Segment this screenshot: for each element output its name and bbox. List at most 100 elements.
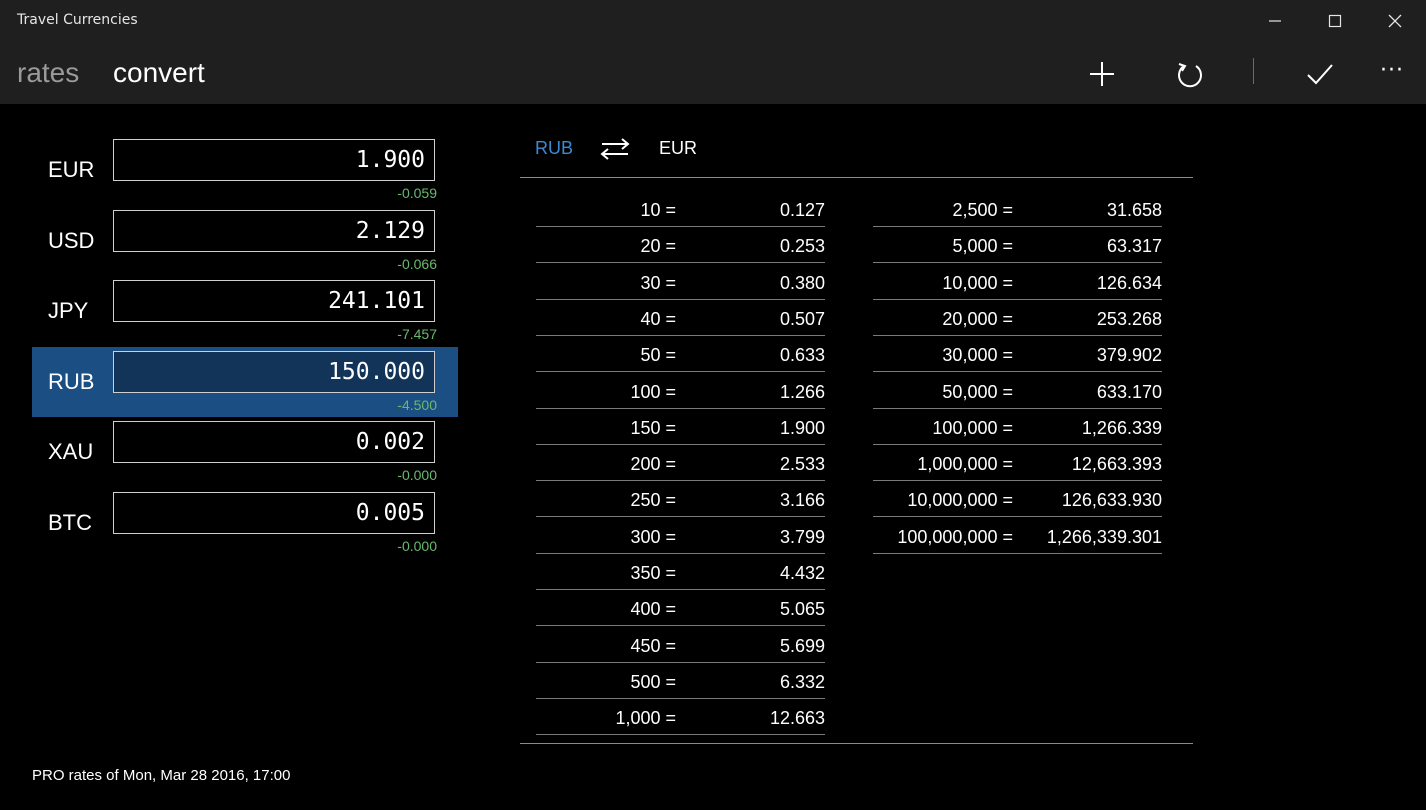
amount-input[interactable]: 241.101 [113, 280, 435, 322]
rates-timestamp: PRO rates of Mon, Mar 28 2016, 17:00 [32, 767, 291, 784]
conversion-row: 100 = 1.266 [536, 374, 825, 409]
accept-button[interactable] [1294, 52, 1342, 94]
conversion-result: 6.332 [779, 671, 825, 692]
conversion-result: 0.127 [779, 200, 825, 220]
conversion-amount: 350 = [630, 563, 676, 583]
conversion-row: 100,000,000 = 1,266,339.301 [873, 519, 1162, 554]
conversion-result: 12.663 [769, 708, 825, 729]
conversion-amount: 1,000 = [615, 708, 676, 729]
conversion-amount: 20 = [640, 236, 676, 257]
conversion-amount: 400 = [630, 599, 676, 620]
conversion-result: 126.634 [1096, 272, 1162, 293]
conversion-amount: 100 = [630, 381, 676, 402]
conversion-amount: 30,000 = [942, 345, 1013, 366]
minimize-icon [1269, 20, 1281, 22]
conversion-row: 20,000 = 253.268 [873, 301, 1162, 336]
rate-change: -7.457 [397, 326, 437, 342]
conversion-amount: 10,000,000 = [907, 490, 1013, 511]
conversion-row: 300 = 3.799 [536, 519, 825, 554]
conversion-row: 30 = 0.380 [536, 265, 825, 300]
conversion-result: 1.900 [779, 417, 825, 438]
conversion-row: 10,000 = 126.634 [873, 265, 1162, 300]
swap-button[interactable] [600, 137, 630, 165]
conversion-amount: 30 = [640, 272, 676, 293]
conversion-row: 1,000 = 12.663 [536, 700, 825, 736]
table-top-divider [520, 177, 1193, 178]
currency-code: JPY [48, 298, 89, 323]
conversion-result: 2.533 [779, 454, 825, 475]
conversion-result: 0.380 [779, 272, 825, 293]
conversion-row: 150 = 1.900 [536, 410, 825, 445]
conversion-row: 400 = 5.065 [536, 591, 825, 627]
currency-code: XAU [48, 439, 94, 464]
add-button[interactable] [1077, 52, 1125, 94]
conversion-row: 250 = 3.166 [536, 482, 825, 518]
close-icon [1388, 14, 1402, 28]
conversion-amount: 150 = [630, 417, 676, 438]
conversion-amount: 450 = [630, 635, 676, 656]
conversion-amount: 50 = [640, 345, 676, 366]
conversion-row: 2,500 = 31.658 [873, 192, 1162, 227]
rate-change: -4.500 [397, 397, 437, 413]
conversion-amount: 100,000 = [932, 417, 1013, 438]
conversion-result: 0.253 [779, 236, 825, 257]
conversion-result: 5.065 [779, 599, 825, 620]
rate-row-btc[interactable]: BTC 0.005 -0.000 [32, 492, 458, 574]
conversion-amount: 20,000 = [942, 308, 1013, 329]
conversion-row: 1,000,000 = 12,663.393 [873, 446, 1162, 482]
conversion-result: 1,266,339.301 [1046, 526, 1162, 547]
currency-code: EUR [48, 157, 95, 182]
conversion-row: 20 = 0.253 [536, 228, 825, 264]
maximize-icon [1328, 14, 1342, 28]
conversion-row: 50,000 = 633.170 [873, 374, 1162, 409]
close-button[interactable] [1365, 0, 1425, 42]
conversion-row: 30,000 = 379.902 [873, 337, 1162, 373]
title-bar: Travel Currencies [0, 0, 1426, 42]
currency-code: BTC [48, 510, 92, 535]
app-title: Travel Currencies [17, 12, 138, 28]
conversion-amount: 40 = [640, 308, 676, 329]
rate-change: -0.000 [397, 467, 437, 483]
amount-input[interactable]: 0.005 [113, 492, 435, 534]
amount-input[interactable]: 0.002 [113, 421, 435, 463]
refresh-button[interactable] [1164, 52, 1212, 94]
toolbar-separator [1253, 58, 1254, 84]
conversion-result: 126,633.930 [1061, 490, 1162, 511]
conversion-result: 5.699 [779, 635, 825, 656]
command-bar: rates convert ··· [0, 42, 1426, 104]
conversion-amount: 100,000,000 = [897, 526, 1013, 547]
swap-icon [600, 138, 630, 160]
conversion-amount: 300 = [630, 526, 676, 547]
maximize-button[interactable] [1305, 0, 1365, 42]
from-currency[interactable]: RUB [535, 138, 573, 159]
conversion-result: 3.799 [779, 526, 825, 547]
rate-row-rub[interactable]: RUB 150.000 -4.500 [32, 347, 458, 417]
conversion-result: 3.166 [779, 490, 825, 511]
amount-input[interactable]: 1.900 [113, 139, 435, 181]
check-icon [1307, 64, 1333, 85]
tab-convert[interactable]: convert [113, 57, 205, 89]
minimize-button[interactable] [1245, 0, 1305, 42]
rate-change: -0.066 [397, 256, 437, 272]
conversion-row: 5,000 = 63.317 [873, 228, 1162, 264]
currency-code: USD [48, 228, 95, 253]
conversion-row: 200 = 2.533 [536, 446, 825, 482]
conversion-amount: 5,000 = [952, 236, 1013, 257]
conversion-result: 31.658 [1106, 200, 1162, 220]
conversion-row: 100,000 = 1,266.339 [873, 410, 1162, 445]
conversion-row: 50 = 0.633 [536, 337, 825, 373]
conversion-row: 450 = 5.699 [536, 628, 825, 663]
conversion-result: 1.266 [779, 381, 825, 402]
amount-input[interactable]: 2.129 [113, 210, 435, 252]
conversion-amount: 10,000 = [942, 272, 1013, 293]
currency-code: RUB [48, 369, 95, 394]
amount-input[interactable]: 150.000 [113, 351, 435, 393]
more-button[interactable]: ··· [1370, 52, 1418, 94]
conversion-row: 40 = 0.507 [536, 301, 825, 336]
plus-icon [1090, 62, 1114, 86]
conversion-amount: 1,000,000 = [917, 454, 1013, 475]
to-currency[interactable]: EUR [659, 138, 697, 159]
tab-rates[interactable]: rates [17, 57, 79, 89]
conversion-amount: 50,000 = [942, 381, 1013, 402]
conversion-result: 1,266.339 [1081, 417, 1162, 438]
